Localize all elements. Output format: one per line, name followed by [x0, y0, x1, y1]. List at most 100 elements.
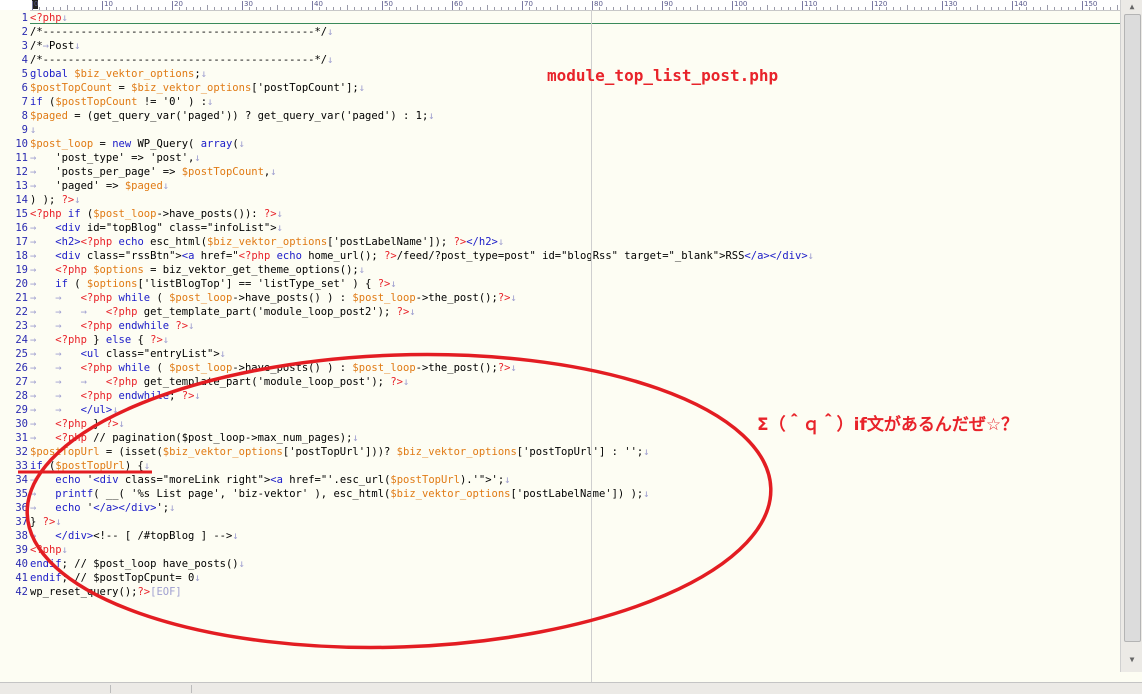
code-line[interactable]: $paged = (get_query_var('paged')) ? get_… [30, 109, 435, 123]
code-line[interactable]: → <div class="rssBtn"><a href="<?php ech… [30, 249, 814, 263]
whitespace-marker: ↓ [238, 138, 245, 150]
ruler-tick [802, 1, 803, 10]
code-line[interactable]: → → <?php while ( $post_loop->have_posts… [30, 361, 517, 375]
whitespace-marker: ↓ [238, 558, 245, 570]
ruler-label: 30 [244, 0, 253, 8]
line-number: 16 [15, 222, 28, 234]
code-token: ?> [453, 236, 467, 248]
vertical-scrollbar[interactable]: ▲ ▼ [1120, 0, 1142, 672]
code-line[interactable]: if ($postTopUrl) {↓ [30, 459, 150, 473]
code-line[interactable]: → 'posts_per_page' => $postTopCount,↓ [30, 165, 277, 179]
code-token: ?> [497, 292, 511, 304]
code-token: WP_Query( [131, 138, 201, 150]
code-line[interactable]: → <?php // pagination($post_loop->max_nu… [30, 431, 359, 445]
whitespace-marker: ↓ [207, 96, 214, 108]
code-line[interactable]: } ?>↓ [30, 515, 62, 529]
code-token: ?> [263, 208, 277, 220]
code-line[interactable]: endif; // $postTopCpunt= 0↓ [30, 571, 201, 585]
scroll-down-arrow-icon[interactable]: ▼ [1125, 655, 1139, 664]
code-token: ->have_posts() ) : [232, 362, 353, 374]
code-token: home_url(); [301, 250, 385, 262]
ruler-label: 80 [594, 0, 603, 8]
code-line[interactable]: → echo '<div class="moreLink right"><a h… [30, 473, 511, 487]
line-number: 8 [21, 110, 28, 122]
code-line[interactable]: → <div id="topBlog" class="infoList">↓ [30, 221, 283, 235]
code-line[interactable]: wp_reset_query();?>[EOF] [30, 585, 182, 599]
code-line[interactable]: ) ); ?>↓ [30, 193, 81, 207]
code-line[interactable]: /*→Post↓ [30, 39, 81, 53]
code-token: ['postLabelName']) ); [510, 488, 644, 500]
whitespace-marker: → [30, 264, 56, 276]
code-token: <div [93, 474, 119, 486]
line-number: 11 [15, 152, 28, 164]
code-token: ?> [390, 376, 403, 388]
code-line[interactable]: <?php if ($post_loop->have_posts()): ?>↓ [30, 207, 283, 221]
whitespace-marker: ↓ [219, 348, 226, 360]
code-editor-area[interactable]: <?php↓/*--------------------------------… [30, 10, 1120, 693]
ruler-label: 120 [874, 0, 888, 8]
code-line[interactable]: if ($postTopCount != '0' ) :↓ [30, 95, 213, 109]
code-line[interactable]: $postTopUrl = (isset($biz_vektor_options… [30, 445, 650, 459]
ruler-label: 0 [34, 0, 39, 8]
code-token: $post_loop [169, 292, 233, 304]
code-line[interactable]: ↓ [30, 123, 36, 137]
code-token: // pagination($post_loop->max_num_pages)… [86, 432, 353, 444]
whitespace-marker: ↓ [74, 194, 81, 206]
code-line[interactable]: → <h2><?php echo esc_html($biz_vektor_op… [30, 235, 504, 249]
code-line[interactable]: → 'paged' => $paged↓ [30, 179, 169, 193]
whitespace-marker: ↓ [194, 572, 201, 584]
code-line[interactable]: → <?php $options = biz_vektor_get_theme_… [30, 263, 365, 277]
whitespace-marker: → [30, 222, 56, 234]
code-token: </h2> [466, 236, 498, 248]
code-token: ( [42, 96, 56, 108]
code-token: <?php [80, 292, 113, 304]
code-line[interactable]: → → → <?php get_template_part('module_lo… [30, 305, 416, 319]
whitespace-marker: ↓ [112, 404, 119, 416]
scroll-up-arrow-icon[interactable]: ▲ [1125, 2, 1139, 11]
code-line[interactable]: → <?php } else { ?>↓ [30, 333, 169, 347]
code-line[interactable]: → → → <?php get_template_part('module_lo… [30, 375, 409, 389]
code-token: </a></div> [93, 502, 157, 514]
code-line[interactable]: global $biz_vektor_options;↓ [30, 67, 207, 81]
code-line[interactable]: → </div><!-- [ /#topBlog ] -->↓ [30, 529, 239, 543]
line-number: 20 [15, 278, 28, 290]
code-line[interactable]: → <?php } ?>↓ [30, 417, 125, 431]
code-token: if [30, 460, 43, 472]
code-line[interactable]: → → </ul>↓ [30, 403, 119, 417]
code-line[interactable]: $post_loop = new WP_Query( array(↓ [30, 137, 245, 151]
code-line[interactable]: → echo '</a></div>';↓ [30, 501, 175, 515]
ruler-label: 130 [944, 0, 958, 8]
line-number: 9 [21, 124, 28, 136]
code-line[interactable]: → if ( $options['listBlogTop'] == 'listT… [30, 277, 397, 291]
code-line[interactable]: /*--------------------------------------… [30, 53, 333, 67]
whitespace-marker: ↓ [61, 544, 68, 556]
code-token: ?> [105, 418, 119, 430]
whitespace-marker: ↓ [55, 516, 62, 528]
code-token: ' [80, 474, 94, 486]
line-number: 6 [21, 82, 28, 94]
line-number: 28 [15, 390, 28, 402]
code-line[interactable]: <?php↓ [30, 543, 68, 557]
code-token: ( __( '%s List page', 'biz-vektor' ), es… [93, 488, 391, 500]
code-token: $paged [124, 180, 163, 192]
code-line[interactable]: → → <?php endwhile ?>↓ [30, 319, 194, 333]
whitespace-marker: → [30, 418, 56, 430]
whitespace-marker: ↓ [74, 40, 81, 52]
code-token: $biz_vektor_options [390, 488, 511, 500]
line-number: 12 [15, 166, 28, 178]
whitespace-marker: ↓ [169, 502, 176, 514]
code-line[interactable]: endif; // $post_loop have_posts()↓ [30, 557, 245, 571]
line-number: 2 [21, 26, 28, 38]
code-line[interactable]: → → <?php endwhile; ?>↓ [30, 389, 201, 403]
ruler-tick [452, 1, 453, 10]
whitespace-marker: → [30, 488, 56, 500]
code-line[interactable]: → → <ul class="entryList">↓ [30, 347, 226, 361]
code-line[interactable]: → printf( __( '%s List page', 'biz-vekto… [30, 487, 650, 501]
code-line[interactable]: → → <?php while ( $post_loop->have_posts… [30, 291, 517, 305]
code-line[interactable]: /*--------------------------------------… [30, 25, 333, 39]
whitespace-marker: → [30, 432, 56, 444]
code-line[interactable]: → 'post_type' => 'post',↓ [30, 151, 201, 165]
whitespace-marker: ↓ [643, 488, 650, 500]
scrollbar-thumb[interactable] [1124, 14, 1141, 642]
code-line[interactable]: $postTopCount = $biz_vektor_options['pos… [30, 81, 365, 95]
